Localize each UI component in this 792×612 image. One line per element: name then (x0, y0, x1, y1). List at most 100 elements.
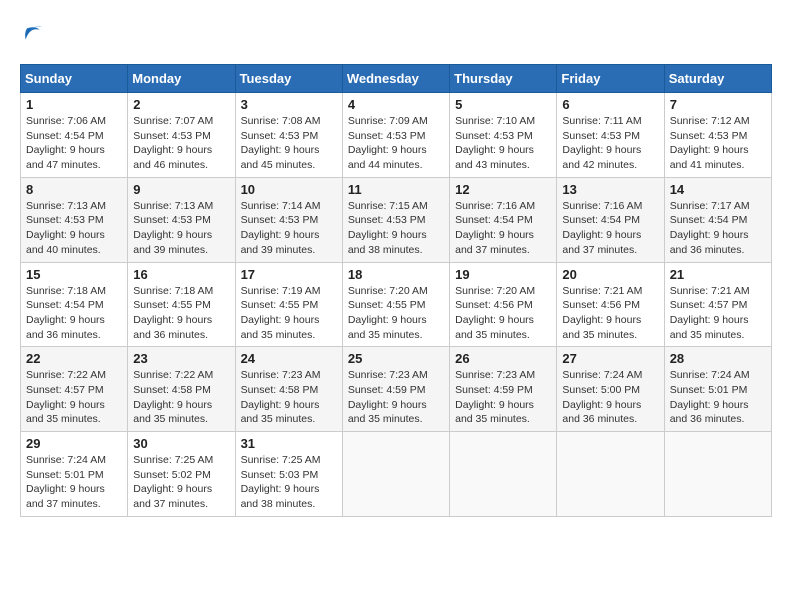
day-number: 20 (562, 267, 658, 282)
calendar-cell: 23 Sunrise: 7:22 AM Sunset: 4:58 PM Dayl… (128, 347, 235, 432)
day-info: Sunrise: 7:07 AM Sunset: 4:53 PM Dayligh… (133, 114, 229, 173)
calendar-cell (664, 432, 771, 517)
day-number: 15 (26, 267, 122, 282)
calendar-cell: 11 Sunrise: 7:15 AM Sunset: 4:53 PM Dayl… (342, 177, 449, 262)
calendar-cell: 15 Sunrise: 7:18 AM Sunset: 4:54 PM Dayl… (21, 262, 128, 347)
calendar-week-5: 29 Sunrise: 7:24 AM Sunset: 5:01 PM Dayl… (21, 432, 772, 517)
day-info: Sunrise: 7:22 AM Sunset: 4:57 PM Dayligh… (26, 368, 122, 427)
day-number: 21 (670, 267, 766, 282)
calendar-cell: 2 Sunrise: 7:07 AM Sunset: 4:53 PM Dayli… (128, 93, 235, 178)
logo (20, 20, 52, 48)
calendar-cell: 20 Sunrise: 7:21 AM Sunset: 4:56 PM Dayl… (557, 262, 664, 347)
day-info: Sunrise: 7:09 AM Sunset: 4:53 PM Dayligh… (348, 114, 444, 173)
day-info: Sunrise: 7:23 AM Sunset: 4:59 PM Dayligh… (455, 368, 551, 427)
day-info: Sunrise: 7:25 AM Sunset: 5:03 PM Dayligh… (241, 453, 337, 512)
calendar-cell: 27 Sunrise: 7:24 AM Sunset: 5:00 PM Dayl… (557, 347, 664, 432)
day-info: Sunrise: 7:18 AM Sunset: 4:55 PM Dayligh… (133, 284, 229, 343)
calendar-cell: 28 Sunrise: 7:24 AM Sunset: 5:01 PM Dayl… (664, 347, 771, 432)
day-number: 22 (26, 351, 122, 366)
day-info: Sunrise: 7:23 AM Sunset: 4:59 PM Dayligh… (348, 368, 444, 427)
calendar-cell: 22 Sunrise: 7:22 AM Sunset: 4:57 PM Dayl… (21, 347, 128, 432)
calendar-cell: 17 Sunrise: 7:19 AM Sunset: 4:55 PM Dayl… (235, 262, 342, 347)
day-number: 26 (455, 351, 551, 366)
day-number: 14 (670, 182, 766, 197)
calendar-cell: 13 Sunrise: 7:16 AM Sunset: 4:54 PM Dayl… (557, 177, 664, 262)
calendar-table: SundayMondayTuesdayWednesdayThursdayFrid… (20, 64, 772, 517)
day-info: Sunrise: 7:21 AM Sunset: 4:57 PM Dayligh… (670, 284, 766, 343)
day-number: 10 (241, 182, 337, 197)
weekday-header-friday: Friday (557, 65, 664, 93)
day-number: 5 (455, 97, 551, 112)
day-info: Sunrise: 7:24 AM Sunset: 5:01 PM Dayligh… (670, 368, 766, 427)
calendar-cell: 5 Sunrise: 7:10 AM Sunset: 4:53 PM Dayli… (450, 93, 557, 178)
calendar-cell: 8 Sunrise: 7:13 AM Sunset: 4:53 PM Dayli… (21, 177, 128, 262)
calendar-week-1: 1 Sunrise: 7:06 AM Sunset: 4:54 PM Dayli… (21, 93, 772, 178)
calendar-cell: 24 Sunrise: 7:23 AM Sunset: 4:58 PM Dayl… (235, 347, 342, 432)
calendar-cell (342, 432, 449, 517)
day-number: 7 (670, 97, 766, 112)
day-info: Sunrise: 7:10 AM Sunset: 4:53 PM Dayligh… (455, 114, 551, 173)
day-number: 23 (133, 351, 229, 366)
calendar-cell: 19 Sunrise: 7:20 AM Sunset: 4:56 PM Dayl… (450, 262, 557, 347)
day-info: Sunrise: 7:24 AM Sunset: 5:01 PM Dayligh… (26, 453, 122, 512)
day-info: Sunrise: 7:18 AM Sunset: 4:54 PM Dayligh… (26, 284, 122, 343)
day-info: Sunrise: 7:08 AM Sunset: 4:53 PM Dayligh… (241, 114, 337, 173)
calendar-cell: 10 Sunrise: 7:14 AM Sunset: 4:53 PM Dayl… (235, 177, 342, 262)
logo-bird-icon (20, 20, 48, 48)
day-info: Sunrise: 7:22 AM Sunset: 4:58 PM Dayligh… (133, 368, 229, 427)
calendar-cell: 9 Sunrise: 7:13 AM Sunset: 4:53 PM Dayli… (128, 177, 235, 262)
weekday-header-sunday: Sunday (21, 65, 128, 93)
day-number: 4 (348, 97, 444, 112)
weekday-header-tuesday: Tuesday (235, 65, 342, 93)
day-number: 19 (455, 267, 551, 282)
calendar-cell: 25 Sunrise: 7:23 AM Sunset: 4:59 PM Dayl… (342, 347, 449, 432)
day-number: 30 (133, 436, 229, 451)
weekday-header-wednesday: Wednesday (342, 65, 449, 93)
day-info: Sunrise: 7:20 AM Sunset: 4:55 PM Dayligh… (348, 284, 444, 343)
day-info: Sunrise: 7:13 AM Sunset: 4:53 PM Dayligh… (26, 199, 122, 258)
calendar-week-2: 8 Sunrise: 7:13 AM Sunset: 4:53 PM Dayli… (21, 177, 772, 262)
day-info: Sunrise: 7:11 AM Sunset: 4:53 PM Dayligh… (562, 114, 658, 173)
calendar-cell: 12 Sunrise: 7:16 AM Sunset: 4:54 PM Dayl… (450, 177, 557, 262)
calendar-cell: 26 Sunrise: 7:23 AM Sunset: 4:59 PM Dayl… (450, 347, 557, 432)
calendar-cell: 3 Sunrise: 7:08 AM Sunset: 4:53 PM Dayli… (235, 93, 342, 178)
calendar-cell (450, 432, 557, 517)
day-number: 11 (348, 182, 444, 197)
day-number: 27 (562, 351, 658, 366)
day-info: Sunrise: 7:25 AM Sunset: 5:02 PM Dayligh… (133, 453, 229, 512)
calendar-cell: 30 Sunrise: 7:25 AM Sunset: 5:02 PM Dayl… (128, 432, 235, 517)
calendar-cell: 31 Sunrise: 7:25 AM Sunset: 5:03 PM Dayl… (235, 432, 342, 517)
day-info: Sunrise: 7:15 AM Sunset: 4:53 PM Dayligh… (348, 199, 444, 258)
day-info: Sunrise: 7:13 AM Sunset: 4:53 PM Dayligh… (133, 199, 229, 258)
calendar-cell: 4 Sunrise: 7:09 AM Sunset: 4:53 PM Dayli… (342, 93, 449, 178)
calendar-cell: 7 Sunrise: 7:12 AM Sunset: 4:53 PM Dayli… (664, 93, 771, 178)
day-number: 13 (562, 182, 658, 197)
day-number: 1 (26, 97, 122, 112)
day-info: Sunrise: 7:14 AM Sunset: 4:53 PM Dayligh… (241, 199, 337, 258)
day-number: 8 (26, 182, 122, 197)
weekday-header-monday: Monday (128, 65, 235, 93)
day-number: 29 (26, 436, 122, 451)
page-header (20, 20, 772, 48)
calendar-cell: 16 Sunrise: 7:18 AM Sunset: 4:55 PM Dayl… (128, 262, 235, 347)
day-info: Sunrise: 7:06 AM Sunset: 4:54 PM Dayligh… (26, 114, 122, 173)
day-number: 9 (133, 182, 229, 197)
day-number: 16 (133, 267, 229, 282)
day-number: 3 (241, 97, 337, 112)
day-info: Sunrise: 7:20 AM Sunset: 4:56 PM Dayligh… (455, 284, 551, 343)
calendar-cell: 18 Sunrise: 7:20 AM Sunset: 4:55 PM Dayl… (342, 262, 449, 347)
calendar-cell: 21 Sunrise: 7:21 AM Sunset: 4:57 PM Dayl… (664, 262, 771, 347)
day-number: 17 (241, 267, 337, 282)
day-number: 24 (241, 351, 337, 366)
day-number: 6 (562, 97, 658, 112)
calendar-cell: 29 Sunrise: 7:24 AM Sunset: 5:01 PM Dayl… (21, 432, 128, 517)
calendar-cell: 1 Sunrise: 7:06 AM Sunset: 4:54 PM Dayli… (21, 93, 128, 178)
day-info: Sunrise: 7:21 AM Sunset: 4:56 PM Dayligh… (562, 284, 658, 343)
day-number: 28 (670, 351, 766, 366)
day-info: Sunrise: 7:17 AM Sunset: 4:54 PM Dayligh… (670, 199, 766, 258)
calendar-cell: 6 Sunrise: 7:11 AM Sunset: 4:53 PM Dayli… (557, 93, 664, 178)
day-info: Sunrise: 7:23 AM Sunset: 4:58 PM Dayligh… (241, 368, 337, 427)
calendar-week-3: 15 Sunrise: 7:18 AM Sunset: 4:54 PM Dayl… (21, 262, 772, 347)
day-info: Sunrise: 7:16 AM Sunset: 4:54 PM Dayligh… (455, 199, 551, 258)
calendar-week-4: 22 Sunrise: 7:22 AM Sunset: 4:57 PM Dayl… (21, 347, 772, 432)
